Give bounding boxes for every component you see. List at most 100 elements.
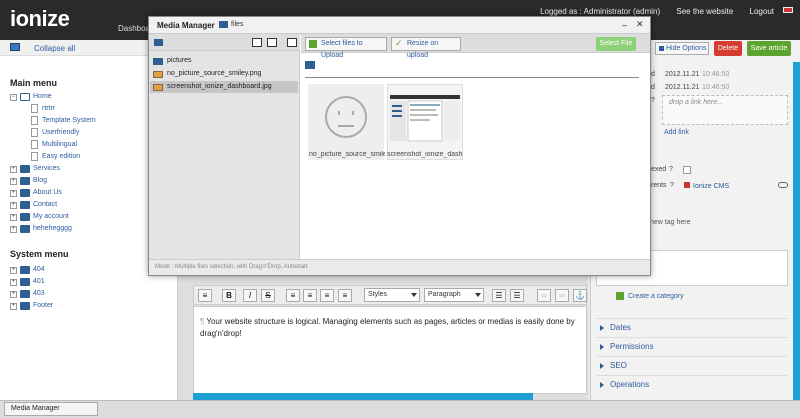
editor-content[interactable]: ¶ Your website structure is logical. Man… bbox=[200, 316, 582, 340]
tree-item-footer[interactable]: + Footer bbox=[0, 301, 178, 313]
align-left-button[interactable]: ≡ bbox=[286, 289, 300, 302]
delete-button[interactable]: Delete bbox=[714, 41, 742, 56]
modal-folder-name: files bbox=[231, 21, 244, 28]
sad-face-icon bbox=[325, 96, 367, 138]
language-flag-icon[interactable] bbox=[783, 7, 793, 13]
expand-icon[interactable]: + bbox=[10, 202, 17, 209]
tree-item-label: 403 bbox=[33, 290, 45, 297]
align-justify-button[interactable]: ≡ bbox=[338, 289, 352, 302]
styles-select-value: Styles bbox=[368, 291, 388, 298]
ionize-logo[interactable]: ionize bbox=[10, 6, 70, 32]
create-category-link[interactable]: Create a category bbox=[628, 293, 684, 300]
add-icon bbox=[616, 292, 624, 300]
numbered-list-button[interactable]: ☰ bbox=[510, 289, 524, 302]
grid-view-icon[interactable] bbox=[287, 38, 297, 47]
file-item-screenshot[interactable]: screenshot_ionize_dashboard.jpg bbox=[150, 81, 298, 93]
tree-item-403[interactable]: +403 bbox=[0, 289, 178, 301]
top-links: Logged as : Administrator (admin) See th… bbox=[526, 7, 774, 16]
tree-item-label: Blog bbox=[33, 177, 48, 184]
resize-on-upload-button[interactable]: ✓ Resize on upload bbox=[391, 37, 461, 59]
taskbar-media-manager-button[interactable]: Media Manager bbox=[4, 402, 98, 416]
expand-icon[interactable]: + bbox=[10, 190, 17, 197]
file-item-pictures[interactable]: pictures bbox=[150, 55, 298, 67]
help-icon[interactable]: ? bbox=[651, 97, 655, 104]
toggle-toolbar-button[interactable]: ≡ bbox=[198, 289, 212, 302]
thumbnail-name: screenshot_ionize_dashb bbox=[387, 151, 463, 158]
help-icon[interactable]: ? bbox=[669, 166, 673, 173]
select-file-button[interactable]: Select File bbox=[596, 37, 636, 51]
see-website-link[interactable]: See the website bbox=[676, 7, 733, 16]
logout-link[interactable]: Logout bbox=[750, 7, 774, 16]
collapse-icon[interactable] bbox=[10, 43, 20, 51]
add-link-link[interactable]: Add link bbox=[664, 129, 689, 136]
collapse-toggle-icon[interactable]: − bbox=[10, 94, 17, 101]
accordion-seo[interactable]: SEO bbox=[596, 356, 788, 373]
list-view-icon[interactable] bbox=[252, 38, 262, 47]
align-right-button[interactable]: ≡ bbox=[320, 289, 334, 302]
minimize-icon[interactable]: – bbox=[622, 20, 627, 30]
hide-options-button[interactable]: Hide Options bbox=[655, 42, 709, 55]
expand-icon[interactable]: + bbox=[10, 267, 17, 274]
select-files-upload-button[interactable]: Select files to Upload bbox=[305, 37, 387, 59]
tree-item-label: My account bbox=[33, 213, 69, 220]
tree-item-label: Home bbox=[33, 93, 52, 100]
indexed-checkbox[interactable] bbox=[683, 166, 691, 174]
close-icon[interactable]: ✕ bbox=[636, 19, 644, 30]
scrollbar[interactable] bbox=[793, 62, 800, 400]
accordion-permissions[interactable]: Permissions bbox=[596, 337, 788, 354]
italic-button[interactable]: I bbox=[243, 289, 257, 302]
paragraph-select[interactable]: Paragraph bbox=[424, 288, 484, 302]
expand-icon[interactable]: + bbox=[10, 166, 17, 173]
tree-item-label: 401 bbox=[33, 278, 45, 285]
folder-icon[interactable] bbox=[154, 39, 163, 46]
expand-icon[interactable]: + bbox=[10, 303, 17, 310]
help-icon[interactable]: ? bbox=[670, 182, 674, 189]
expand-icon[interactable]: + bbox=[10, 226, 17, 233]
editor-progress-bar bbox=[193, 393, 533, 400]
thumbnail-name: no_picture_source_smiley bbox=[309, 151, 385, 158]
columns-view-icon[interactable] bbox=[267, 38, 277, 47]
save-article-button[interactable]: Save article bbox=[747, 41, 791, 56]
folder-icon bbox=[20, 177, 30, 185]
file-item-smiley[interactable]: no_picture_source_smiley.png bbox=[150, 68, 298, 80]
chevron-down-icon bbox=[475, 293, 481, 297]
parent-ionize-cms[interactable]: Ionize CMS bbox=[684, 182, 729, 190]
folder-icon bbox=[153, 58, 163, 65]
folder-icon[interactable] bbox=[305, 61, 315, 69]
drop-link-zone[interactable]: drop a link here... bbox=[662, 95, 788, 125]
folder-icon bbox=[20, 290, 30, 298]
expand-icon[interactable]: + bbox=[10, 214, 17, 221]
expand-icon[interactable]: + bbox=[10, 279, 17, 286]
bullet-list-button[interactable]: ☰ bbox=[492, 289, 506, 302]
chevron-down-icon bbox=[411, 293, 417, 297]
strikethrough-button[interactable]: S bbox=[261, 289, 275, 302]
styles-select[interactable]: Styles bbox=[364, 288, 420, 302]
collapse-all-link[interactable]: Collapse all bbox=[34, 44, 75, 53]
parent-label: Ionize CMS bbox=[693, 183, 730, 190]
options-icon bbox=[659, 46, 664, 51]
expand-icon[interactable]: + bbox=[10, 291, 17, 298]
bold-button[interactable]: B bbox=[222, 289, 236, 302]
page-icon bbox=[31, 152, 38, 161]
file-item-label: pictures bbox=[167, 57, 192, 64]
eye-icon[interactable] bbox=[778, 182, 788, 188]
folder-icon bbox=[20, 201, 30, 209]
thumbnail-screenshot[interactable] bbox=[387, 84, 463, 160]
accordion-dates[interactable]: Dates bbox=[596, 318, 788, 335]
folder-icon bbox=[20, 213, 30, 221]
anchor-button[interactable]: ⚓ bbox=[573, 289, 587, 302]
page-icon bbox=[31, 140, 38, 149]
editor-text: Your website structure is logical. Manag… bbox=[200, 317, 575, 338]
unlink-button[interactable]: ∞ bbox=[555, 289, 569, 302]
updated-time: 10:46:50 bbox=[702, 84, 730, 91]
updated-date: 2012.11.21 bbox=[665, 84, 700, 91]
align-center-button[interactable]: ≡ bbox=[303, 289, 317, 302]
expand-icon[interactable]: + bbox=[10, 178, 17, 185]
link-button[interactable]: ∞ bbox=[537, 289, 551, 302]
dashboard-screenshot-image bbox=[390, 95, 460, 142]
thumbnail-smiley[interactable] bbox=[308, 84, 384, 160]
modal-title: Media Manager bbox=[157, 21, 215, 30]
date-label-1: d bbox=[651, 71, 655, 78]
tree-item-401[interactable]: +401 bbox=[0, 277, 178, 289]
accordion-operations[interactable]: Operations bbox=[596, 375, 788, 392]
